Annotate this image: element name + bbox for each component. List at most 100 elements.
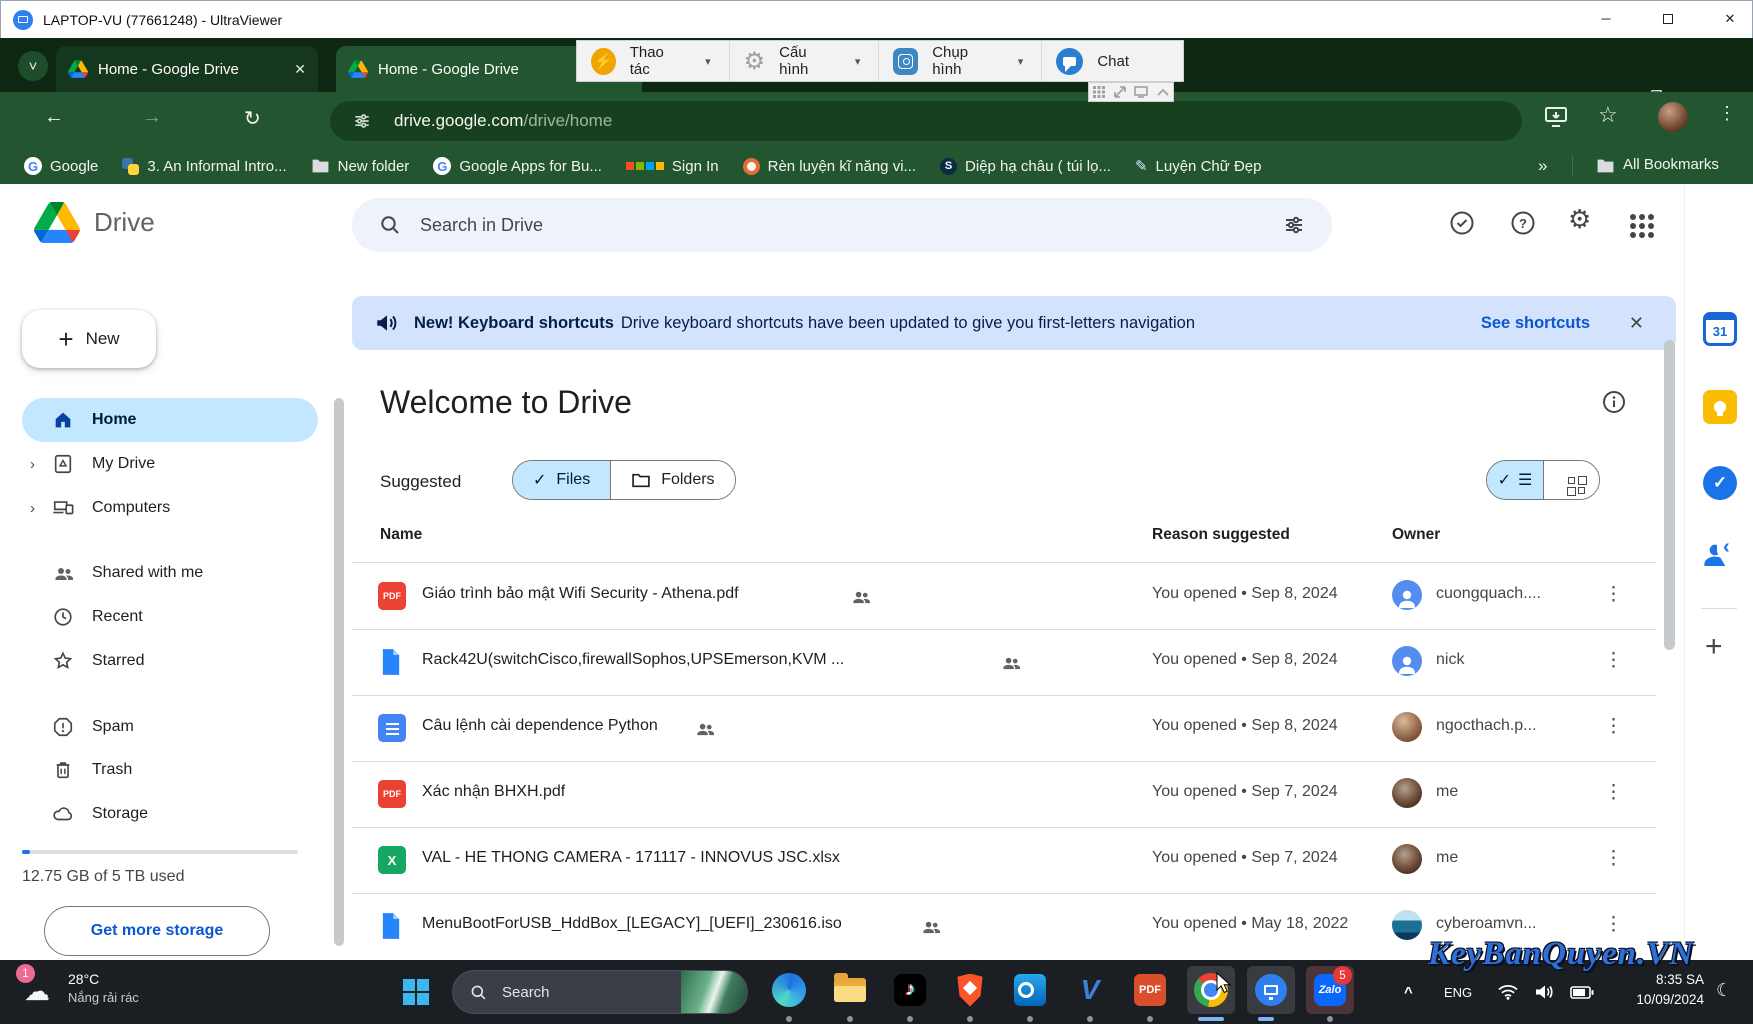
capture-settings-button[interactable]: ⚙ Cấu hình ▾ bbox=[730, 41, 880, 81]
sidebar-item-recent[interactable]: Recent bbox=[22, 595, 318, 639]
bookmark-diep-ha-chau[interactable]: S Diệp hạ châu ( túi lọ... bbox=[940, 157, 1111, 175]
site-info-icon[interactable] bbox=[352, 111, 372, 131]
expand-chevron-icon[interactable]: › bbox=[30, 500, 35, 517]
bookmark-ren-luyen[interactable]: Rèn luyện kĩ năng vi... bbox=[742, 157, 916, 175]
row-menu-icon[interactable]: ⋮ bbox=[1604, 583, 1623, 606]
get-more-storage-button[interactable]: Get more storage bbox=[44, 906, 270, 956]
taskbar-app-file-explorer[interactable] bbox=[826, 966, 874, 1014]
taskbar-app-pdf[interactable]: PDF bbox=[1126, 966, 1174, 1014]
sidebar-item-home[interactable]: Home bbox=[22, 398, 318, 442]
column-header-owner[interactable]: Owner bbox=[1392, 526, 1440, 544]
sidebar-item-spam[interactable]: Spam bbox=[22, 705, 318, 749]
sidebar-item-my-drive[interactable]: › My Drive bbox=[22, 442, 318, 486]
install-app-icon[interactable] bbox=[1544, 106, 1568, 128]
chevron-up-icon[interactable] bbox=[1157, 88, 1169, 96]
grid-icon[interactable] bbox=[1093, 86, 1106, 98]
taskbar-clock[interactable]: 8:35 SA 10/09/2024 bbox=[1612, 970, 1704, 1010]
banner-close-icon[interactable]: ✕ bbox=[1629, 313, 1644, 334]
column-header-reason[interactable]: Reason suggested bbox=[1152, 526, 1290, 544]
dropdown-caret-icon[interactable]: ▾ bbox=[847, 55, 869, 68]
file-row[interactable]: X VAL - HE THONG CAMERA - 171117 - INNOV… bbox=[352, 827, 1656, 893]
offline-status-icon[interactable] bbox=[1449, 210, 1475, 236]
search-filter-tune-icon[interactable] bbox=[1282, 213, 1306, 237]
sidebar-item-computers[interactable]: › Computers bbox=[22, 486, 318, 530]
row-menu-icon[interactable]: ⋮ bbox=[1604, 847, 1623, 870]
add-addon-plus-icon[interactable]: + bbox=[1705, 630, 1723, 664]
row-menu-icon[interactable]: ⋮ bbox=[1604, 781, 1623, 804]
taskbar-app-outlook[interactable] bbox=[1006, 966, 1054, 1014]
forward-icon[interactable]: → bbox=[142, 106, 162, 129]
row-menu-icon[interactable]: ⋮ bbox=[1604, 715, 1623, 738]
bookmark-new-folder[interactable]: New folder bbox=[311, 158, 409, 175]
start-button[interactable] bbox=[392, 968, 440, 1016]
folders-chip[interactable]: Folders bbox=[610, 461, 735, 499]
taskbar-app-tiktok[interactable]: ♪ bbox=[886, 966, 934, 1014]
bookmark-star-icon[interactable]: ☆ bbox=[1598, 102, 1618, 128]
main-scrollbar[interactable] bbox=[1664, 340, 1675, 650]
taskbar-app-ultraviewer[interactable] bbox=[1247, 966, 1295, 1014]
browser-tab[interactable]: Home - Google Drive ✕ bbox=[56, 46, 318, 92]
taskbar-app-v[interactable]: V bbox=[1066, 966, 1114, 1014]
files-chip[interactable]: ✓ Files bbox=[513, 461, 611, 499]
sidebar-item-starred[interactable]: Starred bbox=[22, 639, 318, 683]
do-not-disturb-moon-icon[interactable]: ☾ bbox=[1716, 980, 1732, 1001]
window-maximize-button[interactable] bbox=[1645, 0, 1691, 37]
google-apps-grid-icon[interactable] bbox=[1630, 214, 1636, 220]
bookmark-google-apps[interactable]: G Google Apps for Bu... bbox=[433, 157, 602, 175]
window-close-button[interactable]: ✕ bbox=[1707, 0, 1753, 37]
file-row[interactable]: Rack42U(switchCisco,firewallSophos,UPSEm… bbox=[352, 629, 1656, 695]
browser-menu-icon[interactable]: ⋮ bbox=[1718, 103, 1736, 124]
monitor-icon[interactable] bbox=[1134, 86, 1149, 98]
tray-show-hidden-icons[interactable]: ^ bbox=[1404, 960, 1413, 1024]
all-bookmarks-label[interactable]: All Bookmarks bbox=[1623, 156, 1719, 173]
list-view-button[interactable]: ✓ ☰ bbox=[1487, 461, 1543, 499]
calendar-icon[interactable]: 31 bbox=[1703, 312, 1737, 346]
capture-screenshot-button[interactable]: Chụp hình ▾ bbox=[879, 41, 1043, 81]
bookmark-luyen-chu-dep[interactable]: ✎ Luyện Chữ Đẹp bbox=[1135, 157, 1262, 176]
tasks-icon[interactable]: ✓ bbox=[1703, 466, 1737, 500]
sidebar-item-storage[interactable]: Storage bbox=[22, 792, 318, 836]
capture-actions-button[interactable]: ⚡ Thao tác ▾ bbox=[577, 41, 730, 81]
file-row[interactable]: PDF Giáo trình bảo mật Wifi Security - A… bbox=[352, 563, 1656, 629]
settings-gear-icon[interactable]: ⚙ bbox=[1568, 204, 1591, 235]
column-header-name[interactable]: Name bbox=[380, 526, 422, 544]
address-bar[interactable]: drive.google.com/drive/home bbox=[330, 101, 1522, 141]
browser-profile-avatar[interactable] bbox=[1658, 102, 1688, 132]
sidebar-scrollbar[interactable] bbox=[334, 398, 344, 946]
window-minimize-button[interactable]: ─ bbox=[1583, 0, 1629, 37]
keep-icon[interactable] bbox=[1703, 390, 1737, 424]
drive-logo[interactable]: Drive bbox=[34, 202, 155, 243]
bookmark-sign-in[interactable]: Sign In bbox=[625, 158, 719, 175]
file-row[interactable]: PDF Xác nhận BHXH.pdf You opened • Sep 7… bbox=[352, 761, 1656, 827]
dropdown-caret-icon[interactable]: ▾ bbox=[1010, 55, 1032, 68]
tab-search-button[interactable]: ˅ bbox=[18, 51, 48, 81]
new-button[interactable]: + New bbox=[22, 310, 156, 368]
taskbar-search-box[interactable]: Search bbox=[452, 970, 748, 1014]
taskbar-app-brave[interactable] bbox=[946, 966, 994, 1014]
expand-chevron-icon[interactable]: › bbox=[30, 456, 35, 473]
info-icon[interactable] bbox=[1602, 390, 1626, 414]
grid-view-button[interactable] bbox=[1543, 461, 1599, 499]
capture-chat-button[interactable]: Chat bbox=[1042, 41, 1183, 81]
resize-arrows-icon[interactable] bbox=[1113, 86, 1126, 98]
search-highlight-image[interactable] bbox=[681, 971, 747, 1013]
drive-search-bar[interactable] bbox=[352, 198, 1332, 252]
sidebar-item-trash[interactable]: Trash bbox=[22, 748, 318, 792]
taskbar-app-zalo[interactable]: Zalo 5 bbox=[1306, 966, 1354, 1014]
tab-close-icon[interactable]: ✕ bbox=[284, 61, 306, 78]
reload-icon[interactable]: ↻ bbox=[244, 106, 261, 131]
taskbar-app-edge[interactable] bbox=[765, 966, 813, 1014]
taskbar-weather-widget[interactable]: 1 ☁ 28°C Nắng rải rác bbox=[16, 964, 139, 1010]
back-icon[interactable]: ← bbox=[44, 106, 64, 129]
bookmarks-overflow-chevron[interactable]: » bbox=[1538, 156, 1547, 176]
bookmark-google[interactable]: G Google bbox=[24, 157, 98, 175]
row-menu-icon[interactable]: ⋮ bbox=[1604, 649, 1623, 672]
bookmark-python-intro[interactable]: 3. An Informal Intro... bbox=[122, 157, 287, 175]
dropdown-caret-icon[interactable]: ▾ bbox=[697, 55, 719, 68]
see-shortcuts-link[interactable]: See shortcuts bbox=[1481, 314, 1590, 333]
sidebar-item-shared-with-me[interactable]: Shared with me bbox=[22, 551, 318, 595]
help-icon[interactable]: ? bbox=[1510, 210, 1536, 236]
file-row[interactable]: Câu lệnh cài dependence Python You opene… bbox=[352, 695, 1656, 761]
search-input[interactable] bbox=[420, 214, 1282, 236]
search-icon[interactable] bbox=[378, 213, 402, 237]
